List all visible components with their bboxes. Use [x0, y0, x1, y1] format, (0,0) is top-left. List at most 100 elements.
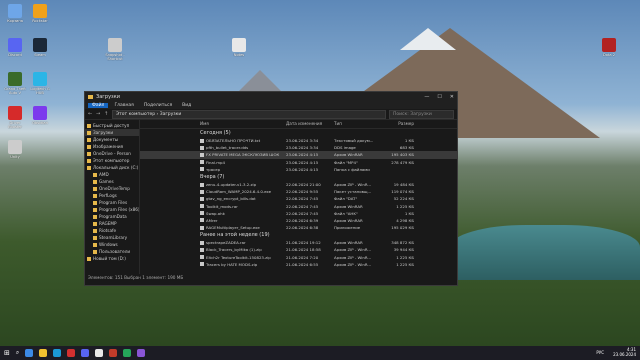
file-type: Файл "MP4" — [334, 159, 358, 165]
nav-item[interactable]: ProgramData — [85, 213, 139, 220]
ribbon-tab[interactable]: Поделиться — [140, 103, 176, 108]
ribbon-tab[interactable]: Файл — [88, 102, 109, 108]
nav-item[interactable]: Изображения — [85, 143, 139, 150]
column-date[interactable]: Дата изменения — [286, 120, 334, 128]
nav-item[interactable]: Пользователи — [85, 248, 139, 255]
desktop-icon[interactable]: Unity — [2, 140, 28, 168]
file-name: spectrapeZADEA.rar — [206, 240, 246, 246]
up-arrow-icon[interactable]: ↑ — [104, 111, 109, 117]
group-header[interactable]: Сегодня (5) — [140, 129, 457, 137]
nav-item[interactable]: Загрузки — [85, 129, 139, 136]
file-name-cell: Toolkit_mods.rar — [140, 203, 286, 210]
file-row[interactable]: Toolkit_mods.rar 22.06.2024 7:45 Архив Win… — [140, 203, 457, 210]
desktop-icon[interactable]: Dota 2 — [596, 38, 622, 66]
nav-item[interactable]: Program Files — [85, 199, 139, 206]
nav-item[interactable]: OneDriveTemp — [85, 185, 139, 192]
file-date: 21.06.2024 19:12 — [286, 240, 321, 246]
nav-item[interactable]: Быстрый доступ — [85, 122, 139, 129]
taskbar-app-icon[interactable] — [53, 349, 62, 357]
file-row[interactable]: Final.mp4 23.06.2024 4:15 Файл "MP4" 278 47… — [140, 159, 457, 166]
column-name[interactable]: Имя — [140, 120, 286, 128]
desktop-icon[interactable]: Snapshot - Shortcut — [102, 38, 128, 66]
taskbar-app-icon[interactable] — [137, 349, 146, 357]
file-size: 348 872 КБ — [391, 240, 414, 246]
ribbon-tab[interactable]: Вид — [178, 103, 195, 108]
group-header[interactable]: Ранее на этой неделе (19) — [140, 231, 457, 239]
desktop-icon[interactable]: Grand Theft Auto V — [2, 72, 28, 100]
maximize-button[interactable]: ☐ — [437, 94, 441, 100]
file-row[interactable]: gtav_ng_encrypt_bills.dat 22.06.2024 7:45… — [140, 195, 457, 202]
windows-start-icon[interactable]: ⊞ — [4, 349, 10, 357]
desktop-icon[interactable]: Driver Booster — [2, 106, 28, 134]
file-list: Имя Дата изменения Тип Размер Сегодня (5… — [140, 120, 457, 274]
column-type[interactable]: Тип — [334, 120, 374, 128]
file-row[interactable]: Swap.ahk 22.06.2024 7:45 Файл "AHK" 1 КБ — [140, 210, 457, 217]
desktop-icon[interactable]: Obsidian — [27, 106, 53, 134]
desktop-icon[interactable]: Корзина — [2, 4, 28, 32]
file-row[interactable]: RAGEMultiplayer_Setup.exe 22.06.2024 6:38… — [140, 224, 457, 231]
taskbar-app-icon[interactable] — [25, 349, 34, 357]
file-name-cell: CloudRam_WAMP_2024.6.4.0.exe — [140, 188, 286, 195]
nav-item-label: ProgramData — [99, 214, 127, 219]
file-row[interactable]: pfth_bullet_tracer.dds 23.06.2024 3:34 DDS… — [140, 144, 457, 151]
file-row[interactable]: FX PRIVATE MEGA ЭКСКЛЮЗИВ ШОК 23.06.2024 … — [140, 151, 457, 159]
file-row[interactable]: Eltch2r TextureToolkit-150823.zip 21.06.2… — [140, 254, 457, 261]
column-size[interactable]: Размер — [374, 120, 418, 128]
taskbar-app-icon[interactable] — [39, 349, 48, 357]
taskbar-app-icon[interactable] — [123, 349, 132, 357]
nav-item-label: Program Files (x86) — [99, 207, 139, 212]
desktop-icon[interactable]: Notes — [226, 38, 252, 66]
nav-item[interactable]: Program Files (x86) — [85, 206, 139, 213]
nav-item[interactable]: SteamLibrary — [85, 234, 139, 241]
forward-arrow-icon[interactable]: → — [96, 111, 101, 117]
file-row[interactable]: spectrapeZADEA.rar 21.06.2024 19:12 Архив … — [140, 239, 457, 246]
nav-item[interactable]: RAGEMP — [85, 220, 139, 227]
app-icon — [8, 38, 22, 52]
desktop-icon[interactable]: Discord — [2, 38, 28, 66]
file-type: Файл "DAT" — [334, 196, 358, 202]
taskbar-app-icon[interactable] — [81, 349, 90, 357]
file-row[interactable]: ОБЯЗАТЕЛЬНО ПРОЧТИ.txt 23.06.2024 3:34 Тек… — [140, 137, 457, 144]
file-row[interactable]: zenu-4-updater-v1.3.2.zip 22.06.2024 21:0… — [140, 181, 457, 188]
nav-item[interactable]: AMD — [85, 171, 139, 178]
search-input[interactable]: Поиск: Загрузки — [389, 109, 454, 119]
desktop-icon[interactable]: Rockstar — [27, 4, 53, 32]
nav-item[interactable]: Этот компьютер — [85, 157, 139, 164]
ribbon-tab[interactable]: Главная — [110, 103, 137, 108]
folder-icon — [93, 214, 97, 219]
desktop-icon[interactable]: Logitech G HUB — [27, 72, 53, 100]
group-header[interactable]: Вчера (7) — [140, 173, 457, 181]
file-type: Пакет установщ... — [334, 189, 372, 195]
app-icon — [33, 4, 47, 18]
nav-item[interactable]: Новый том (D:) — [85, 255, 139, 262]
nav-item[interactable]: Локальный диск (C:) — [85, 164, 139, 171]
address-bar[interactable]: Этот компьютер › Загрузки — [112, 109, 386, 119]
taskbar-app-icon[interactable] — [109, 349, 118, 357]
file-row[interactable]: Tracers by HATE MODS.zip 21.06.2024 6:55 А… — [140, 261, 457, 268]
clock[interactable]: 4:31 23.06.2024 — [613, 347, 636, 357]
folder-icon — [93, 235, 97, 240]
search-icon[interactable]: ⌕ — [16, 349, 19, 357]
back-arrow-icon[interactable]: ← — [88, 111, 93, 117]
file-name: Tracers by HATE MODS.zip — [206, 261, 258, 267]
nav-item[interactable]: OneDrive - Person — [85, 150, 139, 157]
minimize-button[interactable]: — — [424, 94, 429, 100]
file-icon — [200, 196, 204, 201]
file-name-cell: Eltch2r TextureToolkit-150823.zip — [140, 254, 286, 261]
nav-item[interactable]: Games — [85, 178, 139, 185]
taskbar-app-icon[interactable] — [95, 349, 104, 357]
nav-item[interactable]: PerfLogs — [85, 192, 139, 199]
file-row[interactable]: Black_Tracers_byMika (1).zip 21.06.2024 1… — [140, 246, 457, 253]
nav-item-label: Изображения — [93, 144, 124, 149]
file-row[interactable]: трасер 23.06.2024 4:15 Папка с файлами — [140, 166, 457, 173]
file-row[interactable]: CloudRam_WAMP_2024.6.4.0.exe 22.06.2024 9… — [140, 188, 457, 195]
nav-item[interactable]: Windows — [85, 241, 139, 248]
language-indicator[interactable]: РУС — [596, 350, 604, 355]
close-button[interactable]: ✕ — [450, 94, 454, 100]
nav-item[interactable]: Документы — [85, 136, 139, 143]
desktop-icon[interactable]: Steam — [27, 38, 53, 66]
nav-item[interactable]: Riotsafe — [85, 227, 139, 234]
taskbar-app-icon[interactable] — [67, 349, 76, 357]
folder-icon — [93, 242, 97, 247]
file-row[interactable]: AMrer 22.06.2024 6:39 Архив WinRAR 4 298 КБ — [140, 217, 457, 224]
